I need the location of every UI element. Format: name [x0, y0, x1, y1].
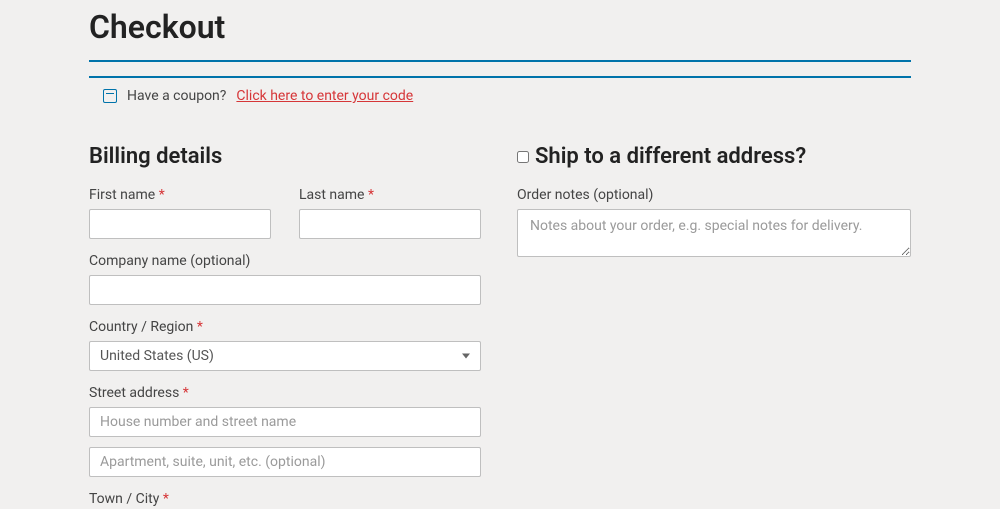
company-label: Company name (optional) [89, 253, 481, 269]
order-notes-label: Order notes (optional) [517, 187, 911, 203]
required-marker: * [159, 187, 165, 203]
coupon-link[interactable]: Click here to enter your code [236, 88, 413, 104]
last-name-label-text: Last name [299, 187, 364, 203]
ship-different-checkbox[interactable] [517, 151, 529, 163]
page-title: Checkout [89, 8, 911, 62]
country-select[interactable]: United States (US) [89, 341, 481, 371]
first-name-label-text: First name [89, 187, 155, 203]
first-name-label: First name * [89, 187, 271, 203]
required-marker: * [197, 319, 203, 335]
city-label-text: Town / City [89, 491, 159, 507]
required-marker: * [183, 385, 189, 401]
billing-heading: Billing details [89, 144, 481, 169]
first-name-input[interactable] [89, 209, 271, 239]
coupon-notice: Have a coupon? Click here to enter your … [89, 76, 911, 114]
coupon-icon [103, 89, 117, 103]
street-address-2-input[interactable] [89, 447, 481, 477]
coupon-prompt: Have a coupon? [127, 88, 226, 104]
country-label-text: Country / Region [89, 319, 193, 335]
order-notes-input[interactable] [517, 209, 911, 257]
company-input[interactable] [89, 275, 481, 305]
street-label-text: Street address [89, 385, 179, 401]
country-select-value: United States (US) [100, 348, 214, 364]
required-marker: * [368, 187, 374, 203]
required-marker: * [163, 491, 169, 507]
last-name-input[interactable] [299, 209, 481, 239]
country-label: Country / Region * [89, 319, 481, 335]
ship-different-heading[interactable]: Ship to a different address? [535, 144, 806, 169]
street-address-1-input[interactable] [89, 407, 481, 437]
city-label: Town / City * [89, 491, 481, 507]
last-name-label: Last name * [299, 187, 481, 203]
street-label: Street address * [89, 385, 481, 401]
